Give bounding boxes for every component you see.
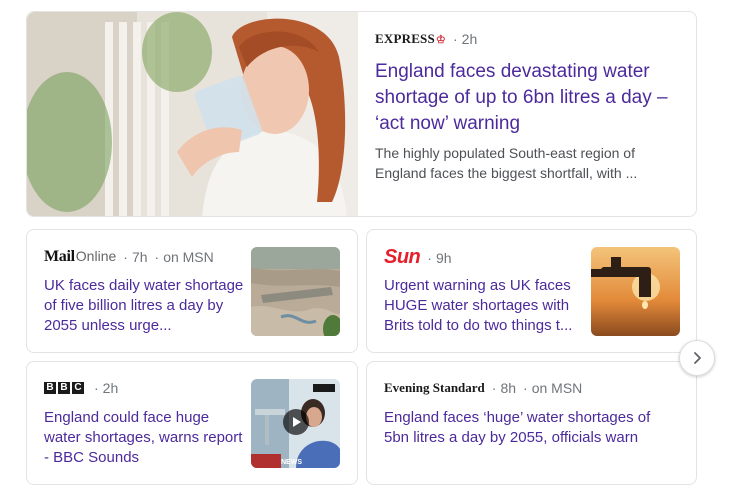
- news-card-bbc[interactable]: B B C · 2h England could face huge water…: [26, 361, 358, 485]
- evening-standard-logo: Evening Standard: [384, 380, 485, 395]
- express-logo: EXPRESS♔: [375, 31, 446, 46]
- bbc-logo-letter: B: [44, 382, 56, 394]
- meta-separator: ·: [94, 380, 99, 396]
- card-headline[interactable]: Urgent warning as UK faces HUGE water sh…: [384, 276, 584, 336]
- card-headline[interactable]: UK faces daily water shortage of five bi…: [44, 276, 244, 336]
- featured-time: 2h: [461, 31, 478, 47]
- card-thumbnail: [591, 247, 680, 336]
- meta-separator: ·: [123, 249, 128, 265]
- meta-separator: ·: [491, 380, 497, 396]
- card-thumbnail[interactable]: NEWS: [251, 379, 340, 468]
- featured-news-card[interactable]: EXPRESS♔ · 2h England faces devastating …: [26, 11, 697, 217]
- bbc-logo-letter: B: [58, 382, 70, 394]
- next-button[interactable]: [679, 340, 715, 376]
- card-time: 9h: [435, 249, 452, 266]
- meta-separator: ·: [427, 249, 432, 266]
- card-meta: Mail Online · 7h · on MSN: [44, 248, 214, 266]
- card-time: 8h: [500, 380, 517, 396]
- news-card-eveningstandard[interactable]: Evening Standard · 8h · on MSN England f…: [366, 361, 697, 485]
- card-time: 7h: [131, 249, 148, 265]
- bbc-logo: B B C: [44, 382, 84, 394]
- mailonline-logo: Mail Online: [44, 248, 117, 265]
- news-card-thesun[interactable]: Sun · 9h Urgent warning as UK faces HUGE…: [366, 229, 697, 353]
- card-time: 2h: [102, 380, 119, 396]
- card-thumbnail: [251, 247, 340, 336]
- meta-separator: ·: [523, 380, 528, 396]
- card-headline[interactable]: England could face huge water shortages,…: [44, 408, 244, 468]
- card-meta: Evening Standard · 8h · on MSN: [384, 380, 582, 396]
- news-badge: NEWS: [281, 459, 302, 466]
- card-platform: on MSN: [531, 380, 583, 396]
- express-crown-icon: ♔: [435, 34, 446, 46]
- card-meta: Sun · 9h: [384, 246, 452, 269]
- card-meta: B B C · 2h: [44, 380, 118, 396]
- thesun-logo: Sun: [384, 246, 421, 268]
- play-icon[interactable]: [283, 409, 309, 435]
- featured-snippet: The highly populated South-east region o…: [375, 145, 638, 181]
- news-card-mailonline[interactable]: Mail Online · 7h · on MSN UK faces daily …: [26, 229, 358, 353]
- chevron-right-icon: [694, 352, 701, 364]
- meta-separator: ·: [452, 31, 458, 47]
- bbc-logo-letter: C: [72, 382, 84, 394]
- meta-separator: ·: [154, 249, 160, 265]
- featured-thumbnail: [27, 12, 358, 216]
- card-headline[interactable]: England faces ‘huge’ water shortages of …: [384, 408, 674, 468]
- featured-headline[interactable]: England faces devastating water shortage…: [375, 59, 675, 137]
- card-platform: on MSN: [163, 249, 214, 265]
- featured-meta: EXPRESS♔ · 2h: [375, 31, 477, 47]
